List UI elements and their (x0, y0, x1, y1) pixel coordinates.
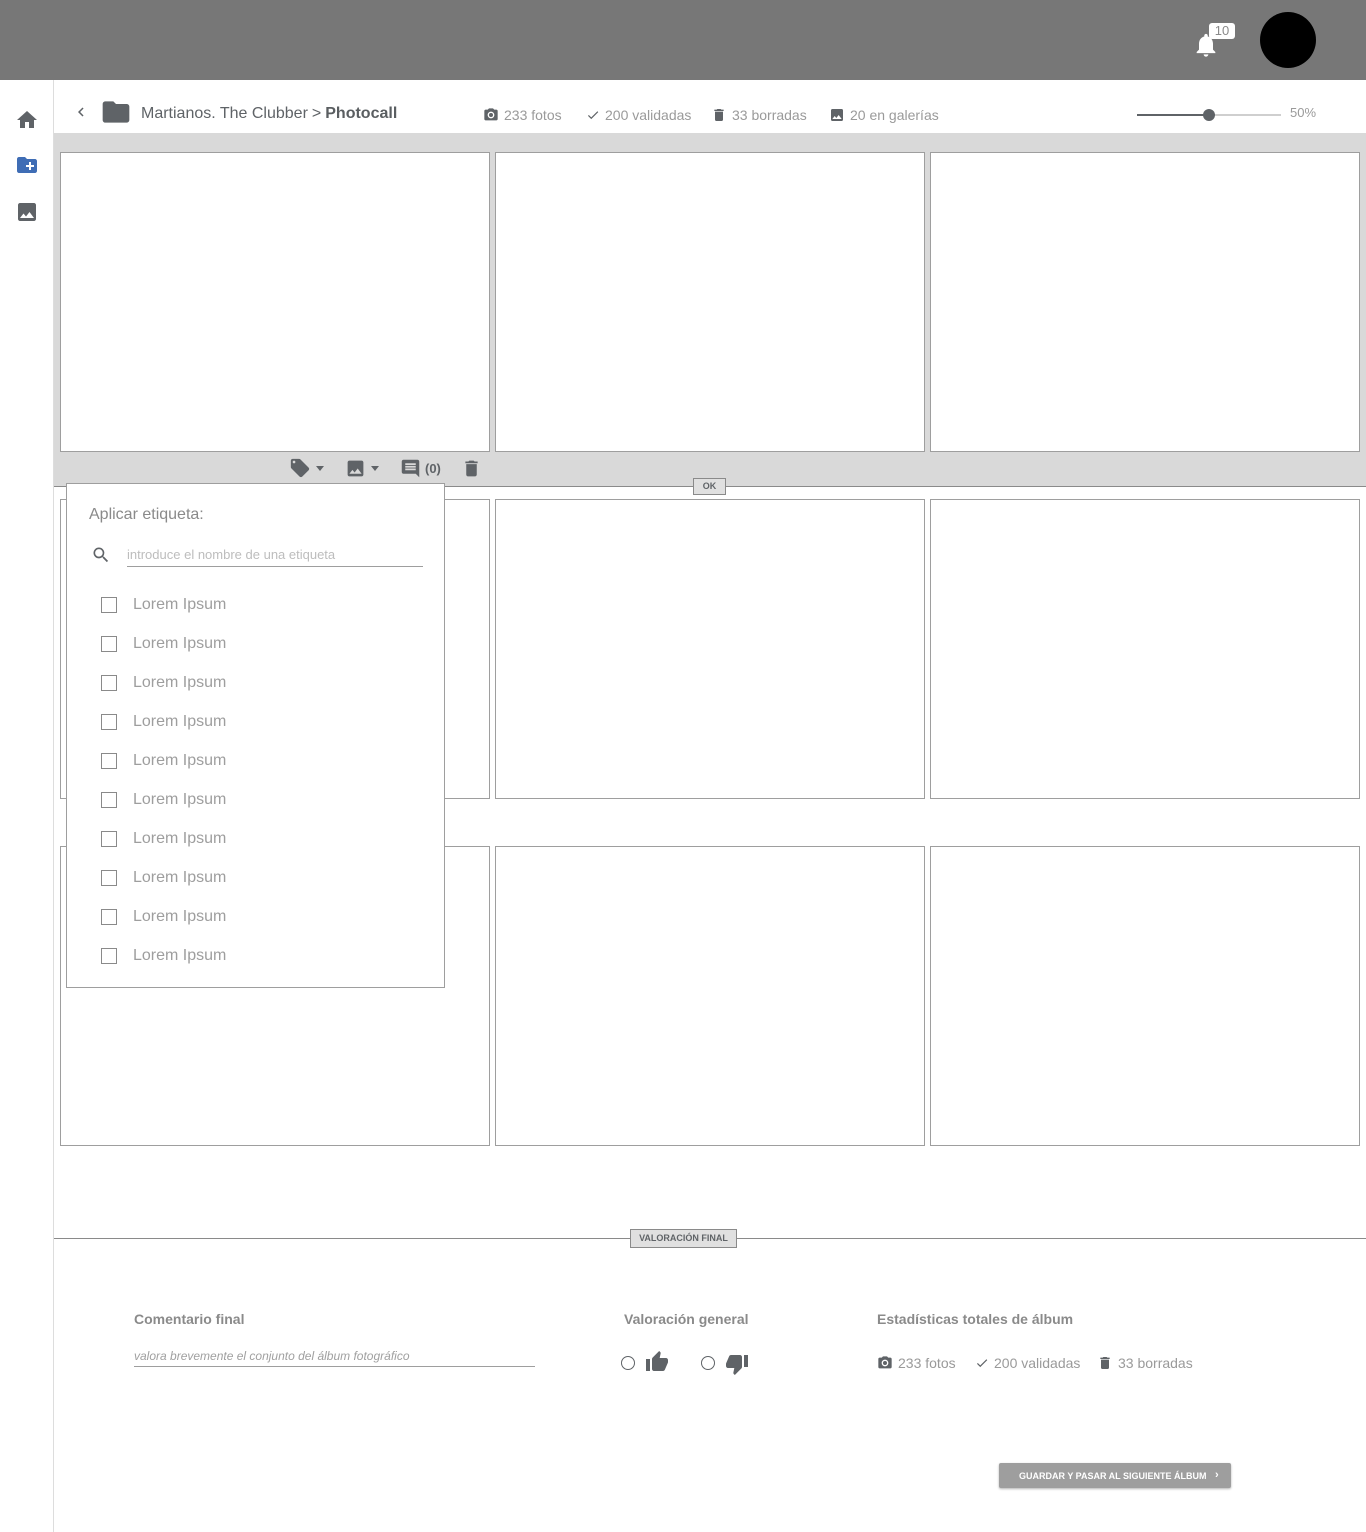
breadcrumb-current: Photocall (325, 105, 398, 122)
tag-search-input[interactable] (127, 542, 423, 567)
back-arrow-icon[interactable] (72, 102, 90, 122)
final-stat-deleted: 33 borradas (1097, 1355, 1193, 1371)
save-next-album-label: GUARDAR Y PASAR AL SIGUIENTE ÁLBUM (1019, 1470, 1207, 1481)
delete-button[interactable] (461, 458, 482, 478)
rating-title: Valoración general (624, 1311, 749, 1327)
camera-icon (484, 108, 498, 121)
photo-card[interactable] (60, 152, 490, 452)
photo-card[interactable] (930, 499, 1360, 799)
tag-option[interactable]: Lorem Ipsum (101, 946, 226, 966)
save-next-album-button[interactable]: GUARDAR Y PASAR AL SIGUIENTE ÁLBUM › (999, 1463, 1231, 1488)
photo-card[interactable] (495, 152, 925, 452)
comment-icon (401, 459, 420, 477)
tag-option[interactable]: Lorem Ipsum (101, 673, 226, 693)
zoom-slider-fill (1137, 114, 1209, 116)
checkbox[interactable] (101, 948, 117, 964)
check-icon (587, 111, 599, 120)
breadcrumb-separator: > (311, 105, 322, 122)
checkbox[interactable] (101, 909, 117, 925)
thumbs-down-radio[interactable] (701, 1356, 715, 1370)
checkbox[interactable] (101, 792, 117, 808)
checkbox[interactable] (101, 753, 117, 769)
zoom-label: 50% (1290, 105, 1317, 120)
checkbox[interactable] (101, 831, 117, 847)
notification-badge: 10 (1209, 23, 1235, 39)
checkbox[interactable] (101, 675, 117, 691)
checkbox[interactable] (101, 636, 117, 652)
comments-count: (0) (425, 460, 441, 476)
checkbox[interactable] (101, 870, 117, 886)
checkbox[interactable] (101, 714, 117, 730)
breadcrumb-parent[interactable]: Martianos. The Clubber (141, 105, 308, 122)
gallery-icon (347, 460, 364, 476)
tag-option[interactable]: Lorem Ipsum (101, 907, 226, 927)
ok-button[interactable]: OK (693, 478, 726, 495)
final-stat-photos: 233 fotos (877, 1355, 956, 1371)
tag-dropdown-title: Aplicar etiqueta: (89, 506, 204, 523)
trash-icon (714, 109, 724, 121)
zoom-slider[interactable] (1137, 109, 1281, 121)
stat-deleted: 33 borradas (711, 107, 807, 123)
final-stat-validated: 200 validadas (975, 1355, 1080, 1371)
home-icon[interactable] (15, 108, 39, 132)
thumbs-down-icon (726, 1355, 748, 1375)
check-icon (976, 1359, 988, 1368)
tag-option[interactable]: Lorem Ipsum (101, 595, 226, 615)
tag-option[interactable]: Lorem Ipsum (101, 868, 226, 888)
trash-icon (1100, 1357, 1110, 1369)
caret-down-icon (371, 465, 379, 471)
tag-option[interactable]: Lorem Ipsum (101, 751, 226, 771)
photo-card[interactable] (495, 499, 925, 799)
tag-icon (290, 458, 310, 478)
caret-down-icon (316, 465, 324, 471)
avatar[interactable] (1260, 12, 1316, 68)
tag-menu-button[interactable] (289, 458, 324, 478)
new-folder-icon[interactable] (15, 153, 39, 177)
comment-title: Comentario final (134, 1311, 245, 1327)
top-bar: 10 (0, 0, 1366, 80)
sidebar (0, 80, 54, 1532)
photo-card[interactable] (930, 152, 1360, 452)
tag-option[interactable]: Lorem Ipsum (101, 790, 226, 810)
breadcrumb: Martianos. The Clubber > Photocall (141, 105, 397, 123)
tag-option[interactable]: Lorem Ipsum (101, 712, 226, 732)
photo-card[interactable] (495, 846, 925, 1146)
final-section-label: VALORACIÓN FINAL (630, 1229, 737, 1248)
tag-option[interactable]: Lorem Ipsum (101, 634, 226, 654)
photo-card[interactable] (930, 846, 1360, 1146)
tag-option[interactable]: Lorem Ipsum (101, 829, 226, 849)
camera-icon (878, 1356, 892, 1369)
comments-button[interactable]: (0) (400, 458, 441, 478)
album-header: Martianos. The Clubber > Photocall 233 fot… (54, 80, 1366, 133)
thumbs-up-radio[interactable] (621, 1356, 635, 1370)
zoom-slider-thumb[interactable] (1203, 109, 1215, 121)
stat-photos: 233 fotos (483, 107, 562, 123)
thumbs-up-icon (646, 1351, 668, 1371)
chevron-right-icon: › (1215, 1469, 1219, 1481)
trash-icon (465, 460, 478, 476)
gallery-menu-button[interactable] (345, 458, 379, 478)
stat-validated: 200 validadas (586, 107, 691, 123)
album-stats-title: Estadísticas totales de álbum (877, 1311, 1074, 1327)
folder-icon (102, 101, 130, 123)
stat-galleries: 20 en galerías (829, 107, 939, 123)
tag-dropdown: Aplicar etiqueta: Lorem Ipsum Lorem Ipsu… (66, 483, 445, 988)
gallery-icon (831, 109, 843, 121)
final-comment-input[interactable] (134, 1345, 535, 1367)
search-icon (93, 547, 109, 563)
image-icon[interactable] (15, 200, 39, 224)
checkbox[interactable] (101, 597, 117, 613)
